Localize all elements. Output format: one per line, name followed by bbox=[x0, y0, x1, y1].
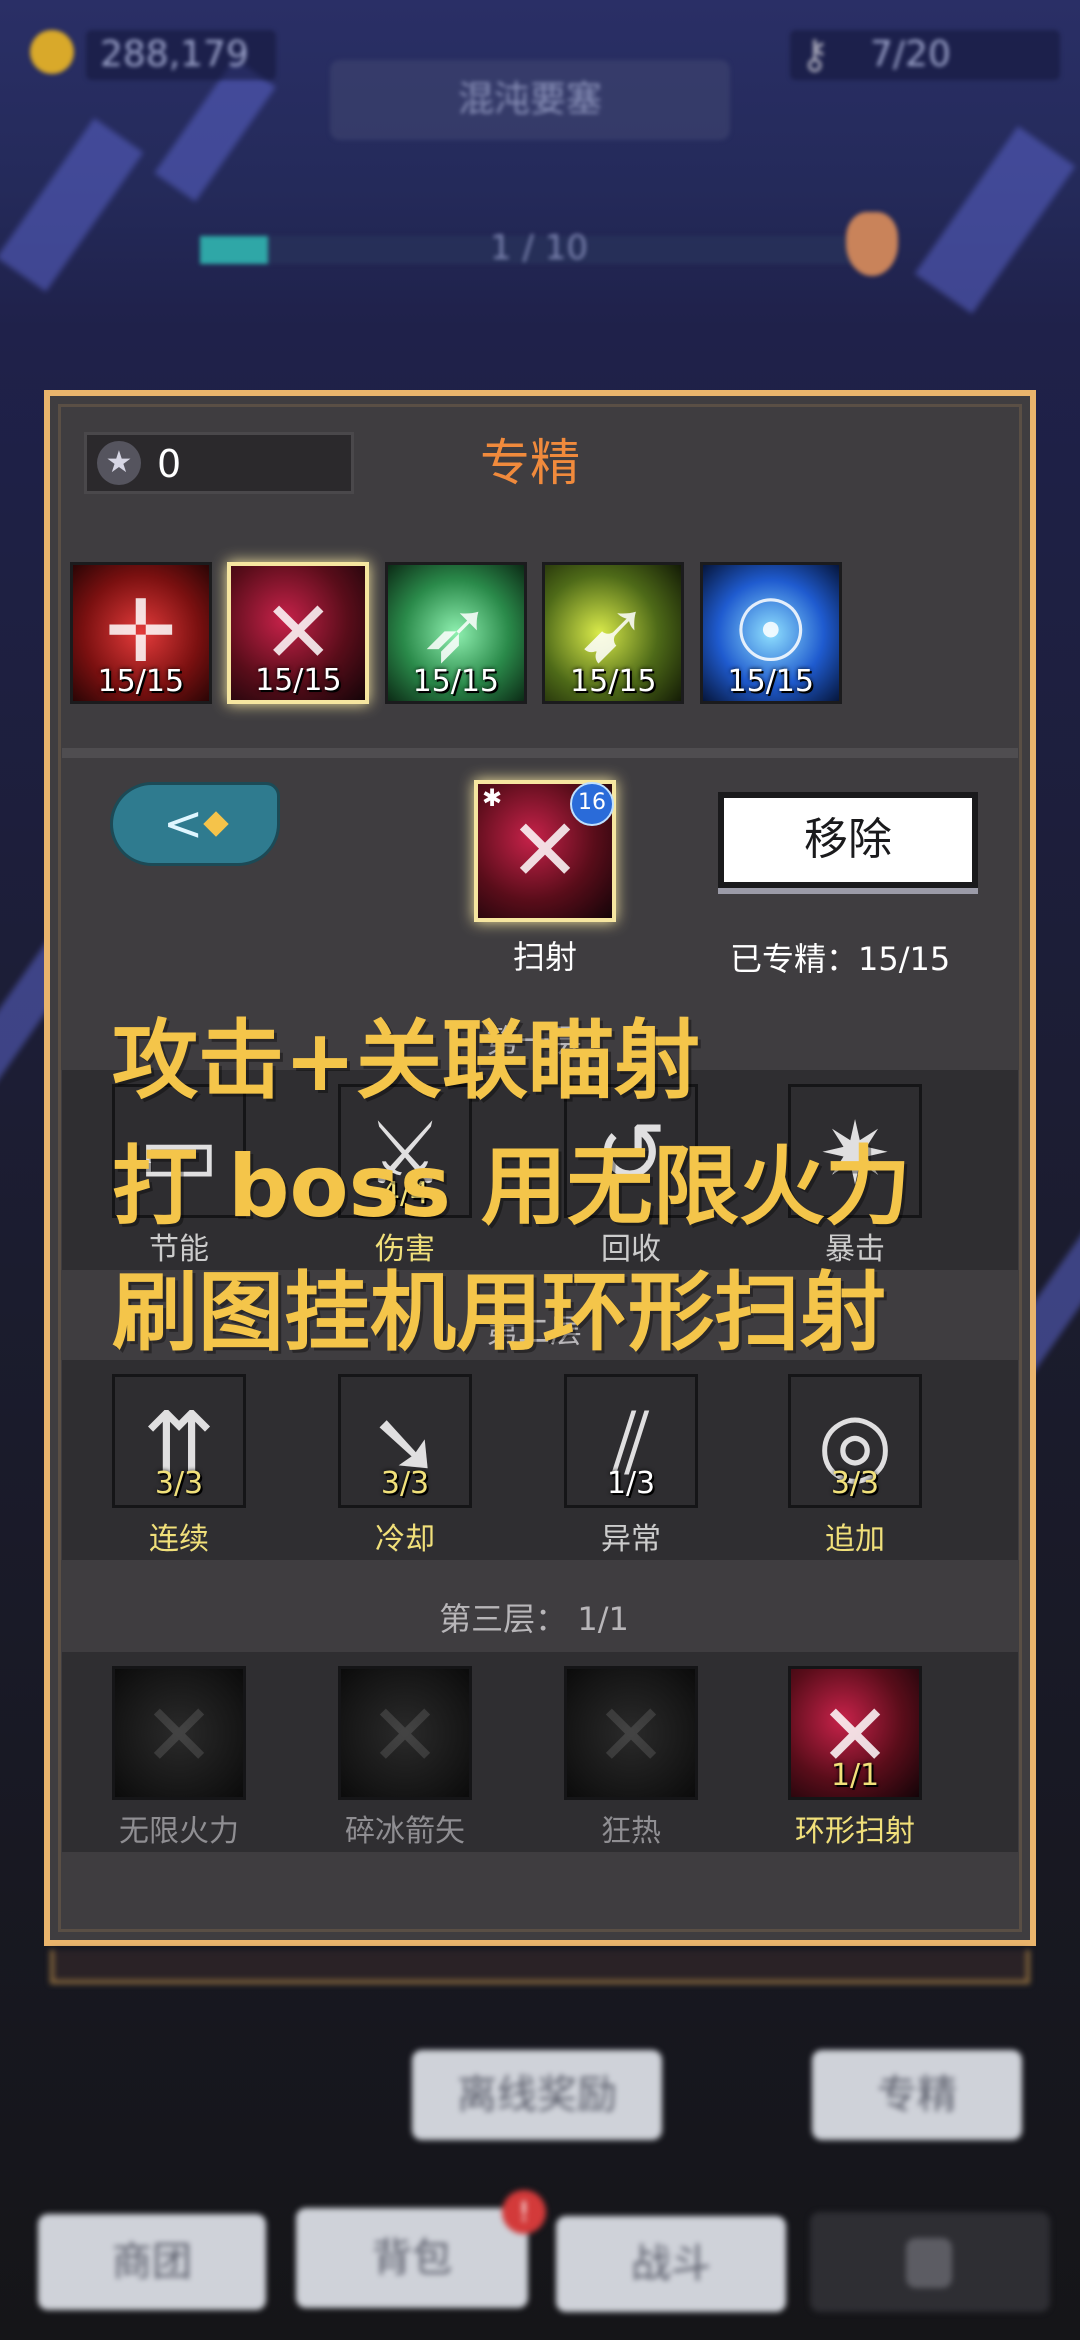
under-panel-strip bbox=[50, 1950, 1030, 1984]
crossbow-dark-icon: ✕ bbox=[564, 1666, 698, 1800]
talent-2-4[interactable]: ◎ 3/3 追加 bbox=[788, 1374, 922, 1558]
coin-icon bbox=[30, 30, 74, 74]
talent-count: 3/3 bbox=[154, 1466, 204, 1501]
tier-3-title: 第三层： 1/1 bbox=[439, 1600, 629, 1638]
skill-slot[interactable]: ✕ 15/15 bbox=[227, 562, 370, 704]
divider bbox=[62, 748, 1018, 758]
nav-tab-locked[interactable] bbox=[810, 2212, 1050, 2312]
notification-badge: ! bbox=[502, 2190, 546, 2234]
crossbow-dark-icon: ✕ bbox=[112, 1666, 246, 1800]
talent-3-4[interactable]: ✕ 1/1 环形扫射 bbox=[788, 1666, 922, 1850]
stage-progress-fill bbox=[200, 236, 268, 264]
talent-3-2[interactable]: ✕ 碎冰箭矢 bbox=[338, 1666, 472, 1850]
guide-text-line-3: 刷图挂机用环形扫射 bbox=[112, 1263, 886, 1363]
talent-count: 3/3 bbox=[380, 1466, 430, 1501]
talent-name: 无限火力 bbox=[119, 1814, 239, 1849]
talent-3-3[interactable]: ✕ 狂热 bbox=[564, 1666, 698, 1850]
talent-name: 狂热 bbox=[601, 1814, 661, 1849]
nav-tab-battle[interactable]: 战斗 bbox=[556, 2216, 786, 2312]
talent-name: 冷却 bbox=[375, 1522, 435, 1557]
skill-slot[interactable]: ➶ 15/15 bbox=[384, 562, 527, 704]
spec-points-box: ★ 0 bbox=[84, 432, 354, 494]
crossbow-dark-icon: ✕ bbox=[338, 1666, 472, 1800]
target-strike-icon: ◎ 3/3 bbox=[788, 1374, 922, 1508]
diamond-icon bbox=[203, 811, 229, 837]
spec-status: 已专精：15/15 bbox=[730, 940, 951, 978]
sparkle-icon: ✱ bbox=[482, 784, 503, 812]
selected-skill-name: 扫射 bbox=[512, 938, 577, 976]
specialize-button[interactable]: 专精 bbox=[812, 2050, 1022, 2140]
talent-name: 异常 bbox=[601, 1522, 661, 1557]
crossbow-skill-icon: ✕ 1/1 bbox=[788, 1666, 922, 1800]
skill-level: 15/15 bbox=[255, 663, 342, 698]
skill-level-badge: 16 bbox=[570, 782, 614, 826]
guide-text-line-2: 打 boss 用无限火力 bbox=[112, 1137, 911, 1237]
talent-glyph: ✕ bbox=[594, 1686, 668, 1786]
talent-count: 1/3 bbox=[606, 1466, 656, 1501]
skill-slot[interactable]: ☉ 15/15 bbox=[699, 562, 842, 704]
skill-level: 15/15 bbox=[412, 664, 500, 699]
talent-2-3[interactable]: ⫽ 1/3 异常 bbox=[564, 1374, 698, 1558]
talent-2-1[interactable]: ⇈ 3/3 连续 bbox=[112, 1374, 246, 1558]
skill-level: 15/15 bbox=[727, 664, 814, 699]
spec-points-value: 0 bbox=[157, 442, 182, 486]
boss-mask-icon[interactable] bbox=[846, 212, 898, 276]
talent-count: 1/1 bbox=[830, 1758, 880, 1793]
lock-icon bbox=[906, 2238, 952, 2288]
talent-3-1[interactable]: ✕ 无限火力 bbox=[112, 1666, 246, 1850]
talent-name: 连续 bbox=[149, 1522, 209, 1557]
stage-title: 混沌要塞 bbox=[330, 60, 730, 140]
skill-slot[interactable]: ✛ 15/15 bbox=[69, 562, 212, 704]
panel-title: 专精 bbox=[480, 434, 580, 492]
multi-arrow-icon: ⇈ 3/3 bbox=[112, 1374, 246, 1508]
claw-slash-icon: ⫽ 1/3 bbox=[564, 1374, 698, 1508]
remove-button[interactable]: 移除 bbox=[718, 792, 978, 888]
key-icon: ⚷ bbox=[800, 32, 830, 78]
stage-progress-text: 1 / 10 bbox=[490, 228, 588, 268]
skill-level: 15/15 bbox=[97, 664, 185, 699]
talent-glyph: ✕ bbox=[142, 1686, 216, 1786]
selected-skill-icon: ✕ ✱ 16 bbox=[474, 780, 616, 922]
skill-level: 15/15 bbox=[570, 664, 657, 699]
crystal-decoration bbox=[914, 126, 1076, 314]
crystal-decoration bbox=[0, 118, 144, 292]
guide-text-line-1: 攻击+关联瞄射 bbox=[112, 1011, 701, 1111]
talent-name: 环形扫射 bbox=[795, 1814, 915, 1849]
back-button[interactable]: < bbox=[110, 782, 280, 866]
talent-name: 碎冰箭矢 bbox=[345, 1814, 465, 1849]
back-arrow-icon: < bbox=[163, 796, 204, 852]
star-medal-icon: ★ bbox=[97, 441, 141, 485]
skill-slot[interactable]: ➹ 15/15 bbox=[542, 562, 685, 704]
nav-tab-bag[interactable]: 背包 bbox=[296, 2208, 528, 2308]
cooldown-arrow-icon: ➘ 3/3 bbox=[338, 1374, 472, 1508]
offline-reward-button[interactable]: 离线奖励 bbox=[412, 2050, 662, 2140]
nav-tab-guild[interactable]: 商团 bbox=[38, 2214, 266, 2310]
talent-2-2[interactable]: ➘ 3/3 冷却 bbox=[338, 1374, 472, 1558]
bottom-hud: 离线奖励 专精 商团 背包 ! 战斗 bbox=[0, 1950, 1080, 2340]
talent-name: 追加 bbox=[825, 1522, 885, 1557]
gold-counter: 288,179 bbox=[86, 30, 276, 80]
talent-glyph: ✕ bbox=[368, 1686, 442, 1786]
talent-count: 3/3 bbox=[830, 1466, 880, 1501]
